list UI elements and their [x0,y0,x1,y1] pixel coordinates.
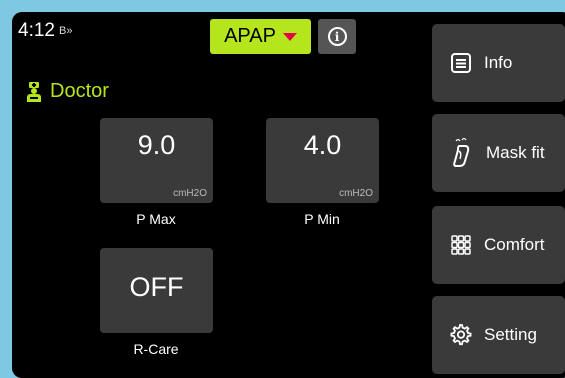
bluetooth-icon: B» [58,25,73,37]
menu-maskfit-label: Mask fit [486,143,545,162]
pmax-value: 9.0 [137,130,176,160]
menu-maskfit-button[interactable]: Mask fit [432,114,565,192]
mode-label: APAP [224,25,276,47]
pmax-unit: cmH2O [173,188,207,199]
clock: 4:12 [18,20,55,41]
status-bar: 4:12 B» [18,20,72,42]
rcare-label: R-Care [133,341,179,357]
rcare-value: OFF [129,272,184,302]
pmax-tile[interactable]: 9.0 cmH2O [100,118,213,203]
menu-comfort-button[interactable]: Comfort [432,206,565,284]
pmax-label: P Max [136,211,176,227]
menu-setting-button[interactable]: Setting [432,296,565,374]
pmin-tile[interactable]: 4.0 cmH2O [266,118,379,203]
gear-icon [450,324,472,346]
caret-down-icon [282,32,297,41]
rcare-tile[interactable]: OFF [100,248,213,333]
info-button[interactable]: i [318,19,356,54]
grid-icon [451,235,471,255]
pmin-label: P Min [304,211,340,227]
mask-icon [453,137,470,167]
doctor-icon [27,81,41,102]
pmin-unit: cmH2O [339,188,373,199]
pmin-value: 4.0 [303,130,342,160]
role-label: Doctor [50,80,109,102]
menu-info-button[interactable]: Info [432,24,565,102]
menu-setting-label: Setting [484,325,537,344]
menu-info-label: Info [484,53,513,72]
menu-comfort-label: Comfort [484,235,545,254]
list-icon [451,53,471,73]
mode-dropdown[interactable]: APAP [210,19,311,54]
info-icon: i [327,27,347,46]
user-role: Doctor [26,80,109,103]
